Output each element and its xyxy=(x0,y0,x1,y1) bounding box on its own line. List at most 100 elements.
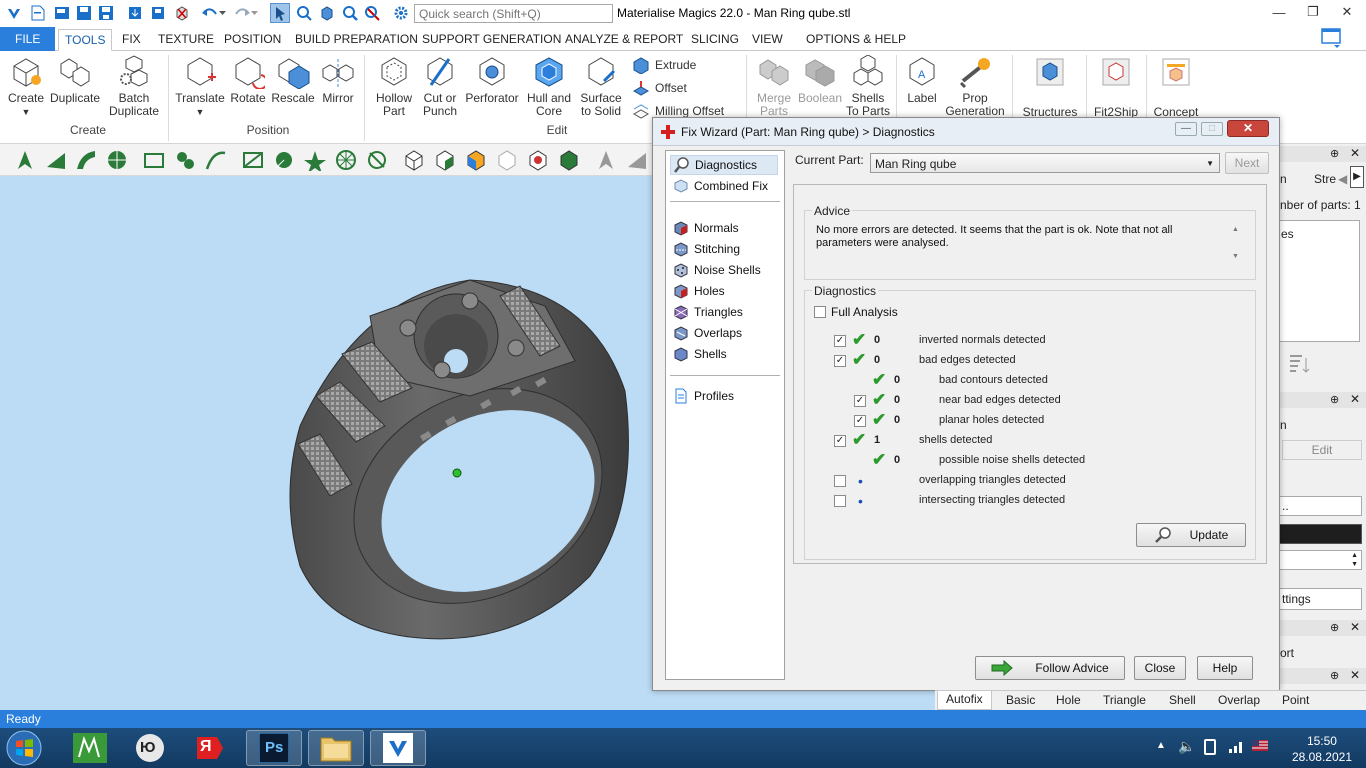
follow-advice-button[interactable]: Follow Advice xyxy=(975,656,1125,680)
zoom-part-icon[interactable] xyxy=(294,3,314,23)
nav-shells[interactable]: Shells xyxy=(670,344,730,364)
rescale-button[interactable]: Rescale xyxy=(270,55,316,105)
hollow-part-button[interactable]: Hollow Part xyxy=(370,55,418,118)
perforator-button[interactable]: Perforator xyxy=(464,55,520,105)
ring-model[interactable] xyxy=(0,176,655,710)
sort-list-icon[interactable] xyxy=(1286,352,1312,378)
structures-button[interactable]: Structures xyxy=(1020,55,1080,119)
app-logo-icon[interactable] xyxy=(4,3,24,23)
measure-arrow-icon[interactable] xyxy=(595,149,617,171)
select-surface-icon[interactable] xyxy=(75,149,97,171)
hull-and-core-button[interactable]: Hull and Core xyxy=(522,55,576,118)
tab-basic[interactable]: Basic xyxy=(1006,693,1035,707)
tray-show-hidden-icon[interactable]: ▲ xyxy=(1156,740,1166,751)
nav-combined-fix[interactable]: Combined Fix xyxy=(670,176,771,196)
nav-triangles[interactable]: Triangles xyxy=(670,302,746,322)
box-select-icon[interactable] xyxy=(317,3,337,23)
cut-or-punch-button[interactable]: Cut or Punch xyxy=(418,55,462,118)
duplicate-button[interactable]: Duplicate xyxy=(48,55,102,105)
number-spinner[interactable]: ▲ ▼ xyxy=(1278,550,1362,570)
mark-part-icon[interactable] xyxy=(403,149,425,171)
nav-holes[interactable]: Holes xyxy=(670,281,728,301)
select-wheel-icon[interactable] xyxy=(335,149,357,171)
3d-viewport[interactable] xyxy=(0,176,655,710)
dialog-minimize-button[interactable]: — xyxy=(1175,122,1197,136)
offset-button[interactable]: Offset xyxy=(632,79,687,97)
pin-icon[interactable]: ⊕ xyxy=(1330,669,1339,682)
save-part-icon[interactable] xyxy=(148,3,168,23)
scroll-left-icon[interactable]: ◀ xyxy=(1338,172,1347,186)
select-triangle-icon[interactable] xyxy=(14,149,36,171)
zoom-out-icon[interactable] xyxy=(362,3,382,23)
tab-hole[interactable]: Hole xyxy=(1056,693,1081,707)
pin-icon[interactable]: ⊕ xyxy=(1330,393,1339,406)
invert-marking-icon[interactable] xyxy=(527,149,549,171)
nav-overlaps[interactable]: Overlaps xyxy=(670,323,745,343)
close-window-button[interactable]: ✕ xyxy=(1330,0,1364,24)
help-button[interactable]: Help xyxy=(1197,656,1253,680)
mark-volume-icon[interactable] xyxy=(465,149,487,171)
tab-texture[interactable]: TEXTURE xyxy=(152,29,220,51)
taskbar-app-photoshop[interactable]: Ps xyxy=(246,730,302,766)
advice-scrollbar[interactable]: ▲ ▼ xyxy=(1232,225,1244,265)
parts-list[interactable]: es xyxy=(1278,220,1360,342)
panel-tab-label[interactable]: n xyxy=(1280,172,1287,186)
select-lasso-icon[interactable] xyxy=(174,149,196,171)
concept-button[interactable]: Concept xyxy=(1152,55,1200,119)
redo-dropdown-icon[interactable] xyxy=(250,3,260,23)
layout-switch-icon[interactable] xyxy=(1320,27,1344,49)
scroll-right-icon[interactable]: ▶ xyxy=(1350,166,1364,188)
batch-duplicate-button[interactable]: Batch Duplicate xyxy=(106,55,162,118)
usb-device-icon[interactable] xyxy=(1204,739,1216,755)
settings-gear-icon[interactable] xyxy=(391,3,411,23)
next-button[interactable]: Next xyxy=(1225,152,1269,174)
create-button[interactable]: Create ▼ xyxy=(6,55,46,119)
tab-file[interactable]: FILE xyxy=(0,27,56,51)
settings-button[interactable]: ttings xyxy=(1278,588,1362,610)
select-segment-icon[interactable] xyxy=(366,149,388,171)
tab-fix[interactable]: FIX xyxy=(116,29,147,51)
new-file-icon[interactable] xyxy=(28,3,48,23)
panel-close-icon[interactable]: ✕ xyxy=(1350,392,1360,406)
tab-autofix[interactable]: Autofix xyxy=(937,691,992,710)
tab-triangle[interactable]: Triangle xyxy=(1103,693,1146,707)
panel-close-icon[interactable]: ✕ xyxy=(1350,668,1360,682)
select-parts-icon[interactable] xyxy=(270,3,290,23)
diagnostic-row-checkbox[interactable] xyxy=(834,495,846,507)
panel-stre-label[interactable]: Stre xyxy=(1314,172,1336,186)
diagnostic-row-checkbox[interactable]: ✓ xyxy=(834,435,846,447)
fit2ship-button[interactable]: Fit2Ship xyxy=(1092,55,1140,119)
dialog-title-bar[interactable]: Fix Wizard (Part: Man Ring qube) > Diagn… xyxy=(653,118,1279,146)
shells-to-parts-button[interactable]: Shells To Parts xyxy=(844,55,892,118)
mark-all-icon[interactable] xyxy=(558,149,580,171)
boolean-button[interactable]: Boolean xyxy=(796,55,844,105)
close-button[interactable]: Close xyxy=(1134,656,1186,680)
start-button[interactable] xyxy=(4,729,44,767)
tab-analyze-report[interactable]: ANALYZE & REPORT xyxy=(559,29,689,51)
full-analysis-check[interactable] xyxy=(814,306,826,318)
update-button[interactable]: Update xyxy=(1136,523,1246,547)
dialog-maximize-button[interactable]: □ xyxy=(1201,122,1223,136)
select-curve-icon[interactable] xyxy=(205,149,227,171)
taskbar-app-m[interactable] xyxy=(62,730,118,766)
tab-slicing[interactable]: SLICING xyxy=(685,29,745,51)
tab-overlap[interactable]: Overlap xyxy=(1218,693,1260,707)
expand-selection-icon[interactable] xyxy=(273,149,295,171)
tab-point[interactable]: Point xyxy=(1282,693,1309,707)
undo-dropdown-icon[interactable] xyxy=(218,3,228,23)
taskbar-app-yu[interactable]: Ю xyxy=(122,730,178,766)
nav-normals[interactable]: Normals xyxy=(670,218,742,238)
language-flag-icon[interactable] xyxy=(1252,740,1268,751)
diagnostic-row-checkbox[interactable]: ✓ xyxy=(834,335,846,347)
tab-shell[interactable]: Shell xyxy=(1169,693,1196,707)
mirror-button[interactable]: Mirror xyxy=(318,55,358,105)
select-box-icon[interactable] xyxy=(143,149,165,171)
restore-button[interactable]: ❐ xyxy=(1296,0,1330,24)
translate-button[interactable]: Translate ▼ xyxy=(174,55,226,119)
tab-tools[interactable]: TOOLS xyxy=(58,29,113,51)
minimize-button[interactable]: — xyxy=(1262,0,1296,24)
tab-build-preparation[interactable]: BUILD PREPARATION xyxy=(289,29,424,51)
diagnostic-row-checkbox[interactable]: ✓ xyxy=(834,355,846,367)
nav-diagnostics[interactable]: Diagnostics xyxy=(670,155,778,175)
label-button[interactable]: A Label xyxy=(902,55,942,105)
